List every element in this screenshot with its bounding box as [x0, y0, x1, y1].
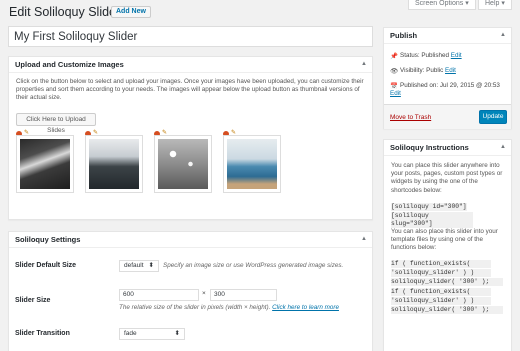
slide-thumbnail[interactable] — [154, 135, 212, 193]
collapse-toggle-icon[interactable]: ▲ — [361, 57, 367, 72]
published-date-label: Published on: Jul 29, 2015 @ 20:53 — [400, 82, 500, 89]
slider-size-help: The relative size of the slider in pixel… — [119, 304, 339, 311]
settings-box-title: Soliloquy Settings — [15, 235, 81, 244]
instructions-text-2: You can also place this slider into your… — [391, 228, 498, 252]
instructions-text-1: You can place this slider anywhere into … — [391, 162, 503, 194]
upload-description: Click on the button below to select and … — [16, 78, 364, 102]
default-size-label: Slider Default Size — [15, 262, 77, 269]
slider-height-input[interactable]: 300 — [210, 289, 277, 301]
collapse-toggle-icon[interactable]: ▲ — [500, 28, 506, 43]
collapse-toggle-icon[interactable]: ▲ — [500, 140, 506, 155]
shortcode-id: [soliloquy id="300"] — [391, 203, 467, 211]
post-title-input[interactable]: My First Soliloquy Slider — [8, 26, 373, 47]
add-new-button[interactable]: Add New — [111, 6, 151, 18]
visibility-label: Visibility: Public — [400, 67, 444, 74]
function-code-line: if ( function_exists( — [391, 260, 491, 268]
publish-box: Publish ▲ 📌 Status: Published Edit 👁 Visib… — [383, 27, 512, 129]
page-title: Edit Soliloquy Slider — [9, 5, 121, 19]
slider-width-input[interactable]: 600 — [119, 289, 199, 301]
function-code-line: if ( function_exists( — [391, 288, 491, 296]
slide-thumbnail[interactable] — [223, 135, 281, 193]
screen-options-tab[interactable]: Screen Options ▾ — [408, 0, 476, 10]
collapse-toggle-icon[interactable]: ▲ — [361, 232, 367, 247]
edit-status-link[interactable]: Edit — [451, 52, 462, 59]
shortcode-slug: [soliloquy slug="300"] — [391, 212, 473, 228]
soliloquy-settings-box: Soliloquy Settings ▲ Slider Default Size… — [8, 231, 373, 351]
select-arrow-icon: ⬍ — [174, 330, 180, 337]
function-code-line: 'soliloquy_slider' ) ) — [391, 269, 491, 277]
move-to-trash-link[interactable]: Move to Trash — [390, 114, 431, 121]
upload-images-box: Upload and Customize Images ▲ Click on t… — [8, 56, 373, 220]
upload-slides-button[interactable]: Click Here to Upload Slides — [16, 113, 96, 134]
status-label: Status: Published — [400, 52, 450, 59]
chevron-down-icon: ▾ — [501, 0, 505, 7]
calendar-icon: 📅 — [390, 83, 398, 90]
edit-date-link[interactable]: Edit — [390, 90, 401, 97]
soliloquy-instructions-box: Soliloquy Instructions ▲ You can place t… — [383, 139, 512, 351]
slide-thumbnail[interactable] — [16, 135, 74, 193]
chevron-down-icon: ▾ — [465, 0, 469, 7]
slider-size-label: Slider Size — [15, 297, 51, 304]
upload-box-title: Upload and Customize Images — [15, 60, 124, 69]
default-size-help: Specify an image size or use WordPress g… — [163, 262, 344, 269]
function-code-line: soliloquy_slider( '300' ); — [391, 306, 503, 314]
function-code-line: 'soliloquy_slider' ) ) — [391, 297, 491, 305]
slider-transition-select[interactable]: fade ⬍ — [119, 328, 185, 340]
instructions-box-title: Soliloquy Instructions — [390, 143, 469, 152]
learn-more-link[interactable]: Click here to learn more — [272, 304, 339, 311]
update-button[interactable]: Update — [479, 110, 507, 124]
eye-icon: 👁 — [390, 68, 398, 75]
publish-box-title: Publish — [390, 31, 418, 40]
edit-visibility-link[interactable]: Edit — [445, 67, 456, 74]
function-code-line: soliloquy_slider( '300' ); — [391, 278, 503, 286]
default-size-select[interactable]: default ⬍ — [119, 260, 159, 272]
times-symbol: × — [202, 290, 206, 297]
help-tab[interactable]: Help ▾ — [478, 0, 512, 10]
slide-thumbnail[interactable] — [85, 135, 143, 193]
slider-transition-label: Slider Transition — [15, 330, 70, 337]
select-arrow-icon: ⬍ — [148, 262, 154, 269]
pin-icon: 📌 — [390, 53, 398, 60]
